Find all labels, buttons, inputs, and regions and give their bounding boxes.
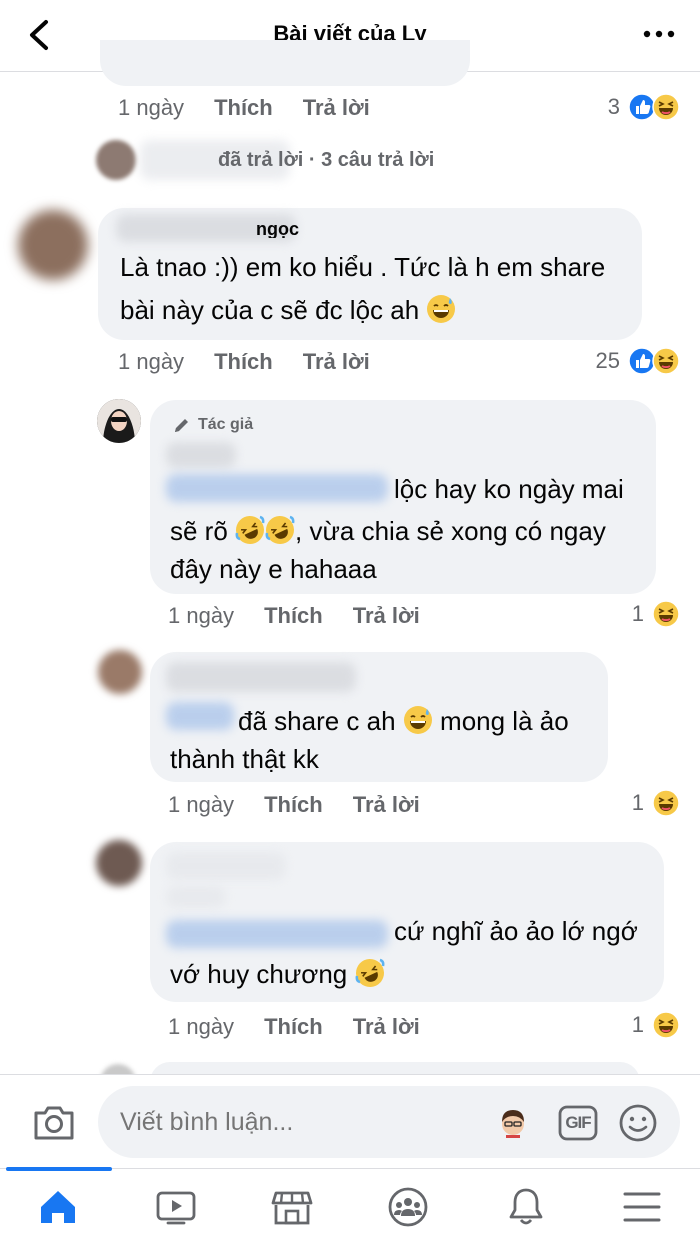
camera-icon[interactable] [32, 1103, 76, 1143]
comment-text: lộc hay ko ngày mai [394, 474, 624, 504]
previous-comment-bubble [100, 40, 470, 86]
comment-actions: 1 ngày Thích Trả lời [168, 792, 420, 818]
reply-button[interactable]: Trả lời [303, 95, 370, 121]
like-button[interactable]: Thích [264, 792, 323, 818]
avatar[interactable] [96, 140, 136, 180]
comment-time: 1 ngày [118, 349, 185, 374]
comment-actions: 1 ngày Thích Trả lời [168, 1014, 420, 1040]
comment-text-line3: đây này e hahaaa [170, 554, 377, 584]
haha-reaction-icon [652, 93, 680, 121]
comment-input[interactable] [120, 1108, 480, 1137]
reply-button[interactable]: Trả lời [353, 1014, 420, 1040]
reaction-summary[interactable]: 1 [632, 1011, 680, 1039]
reaction-summary[interactable]: 1 [632, 789, 680, 817]
menu-icon [623, 1192, 661, 1222]
comment-actions: 1 ngày Thích Trả lời [118, 95, 370, 121]
comment-time: 1 ngày [118, 95, 185, 120]
like-button[interactable]: Thích [214, 349, 273, 375]
like-button[interactable]: Thích [214, 95, 273, 121]
reaction-count: 3 [607, 94, 620, 119]
comment-composer: GIF [0, 1074, 700, 1168]
comment-text-line2: thành thật kk [170, 744, 319, 774]
author-avatar[interactable] [97, 399, 141, 443]
blurred-name [166, 442, 236, 468]
comment-text-line2: bài này của c sẽ đc lộc ah [120, 289, 456, 331]
tab-menu[interactable] [572, 1169, 700, 1244]
bottom-navigation [0, 1167, 700, 1244]
groups-icon [388, 1187, 428, 1227]
author-photo-icon [97, 399, 141, 443]
notifications-icon [509, 1188, 543, 1225]
rofl-emoji-icon [265, 515, 295, 544]
avatar[interactable] [98, 650, 142, 694]
author-badge: Tác giả [172, 415, 253, 435]
reply-button[interactable]: Trả lời [303, 349, 370, 375]
comment-time: 1 ngày [168, 792, 235, 817]
reaction-summary[interactable]: 25 [596, 347, 680, 375]
comment-text-line2: sẽ rõ , vừa chia sẻ xong có ngay [170, 510, 606, 552]
reaction-summary[interactable]: 1 [632, 600, 680, 628]
avatar[interactable] [18, 210, 88, 280]
blurred-mention [166, 920, 388, 948]
reaction-count: 1 [631, 1012, 644, 1037]
rofl-emoji-icon [355, 958, 384, 987]
comment-input-box[interactable]: GIF [98, 1086, 680, 1158]
pencil-icon [175, 419, 188, 432]
like-button[interactable]: Thích [264, 603, 323, 629]
blurred-name [166, 662, 356, 692]
reply-button[interactable]: Trả lời [353, 792, 420, 818]
avatar-sticker-icon[interactable] [498, 1108, 528, 1138]
haha-reaction-icon [652, 600, 680, 628]
blurred-mention [166, 474, 388, 502]
sweat-smile-emoji-icon [427, 295, 456, 323]
marketplace-icon [271, 1191, 313, 1225]
comment-text: cứ nghĩ ảo ảo lớ ngớ [394, 916, 638, 946]
home-icon [41, 1191, 75, 1223]
comment-actions: 1 ngày Thích Trả lời [168, 603, 420, 629]
haha-reaction-icon [652, 789, 680, 817]
haha-reaction-icon [652, 347, 680, 375]
reaction-summary[interactable]: 3 [608, 93, 680, 121]
emoji-picker-icon[interactable] [618, 1103, 658, 1143]
more-options-icon[interactable] [642, 22, 676, 46]
like-button[interactable]: Thích [264, 1014, 323, 1040]
reply-button[interactable]: Trả lời [353, 603, 420, 629]
reaction-count: 1 [631, 601, 644, 626]
blurred-name [166, 886, 226, 908]
comment-text-line2: vớ huy chương [170, 953, 385, 995]
avatar[interactable] [96, 840, 142, 886]
blurred-name [166, 852, 286, 880]
comment-time: 1 ngày [168, 1014, 235, 1039]
rofl-emoji-icon [235, 515, 265, 544]
comment-text: đã share c ah mong là ảo [238, 706, 569, 736]
sweat-smile-emoji-icon [403, 706, 432, 734]
video-icon [156, 1191, 196, 1225]
replies-summary-link[interactable]: đã trả lời · 3 câu trả lời [218, 149, 434, 172]
reaction-count: 25 [595, 348, 620, 373]
commenter-name-fragment: ngọc [256, 224, 299, 238]
haha-reaction-icon [652, 1011, 680, 1039]
blurred-mention [166, 702, 234, 730]
comment-time: 1 ngày [168, 603, 235, 628]
gif-button[interactable]: GIF [558, 1104, 598, 1142]
comment-text: Là tnao :)) em ko hiểu . Tức là h em sha… [120, 252, 606, 282]
comment-actions: 1 ngày Thích Trả lời [118, 349, 370, 375]
reaction-count: 1 [631, 790, 644, 815]
